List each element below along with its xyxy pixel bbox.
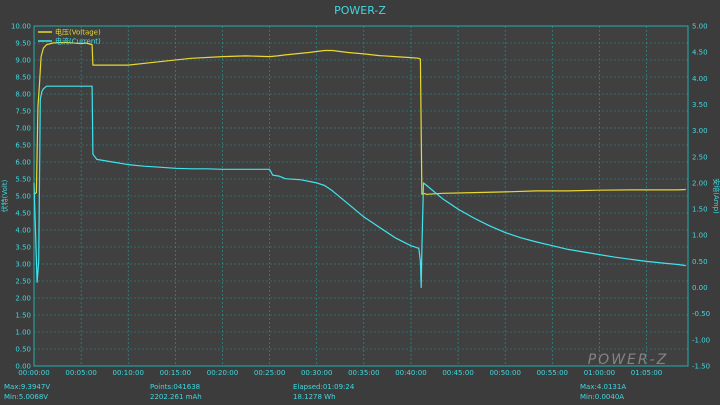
- y-tick-label: 7.50: [15, 108, 31, 116]
- y-tick-label: 10.00: [11, 23, 31, 31]
- max-current: Max:4.0131A: [580, 383, 627, 391]
- power-z-chart-window: POWER-Z 0.00 0.50 1.00 1.50 2.00 2.50 3.00 3.50…: [0, 0, 720, 405]
- legend-label: 电流(Current): [55, 37, 101, 46]
- y2-tick-label: 4.00: [692, 75, 708, 83]
- energy-wh: 18.1278 Wh: [293, 393, 336, 401]
- y-axis-left: 0.000.501.001.502.002.503.003.504.004.50…: [11, 23, 31, 371]
- y-tick-label: 3.50: [15, 244, 31, 252]
- y-tick-label: 5.50: [15, 176, 31, 184]
- y2-tick-label: 1.50: [692, 206, 708, 214]
- y2-tick-label: 3.00: [692, 127, 708, 135]
- x-tick-label: 00:45:00: [442, 369, 473, 377]
- y-tick-label: 9.00: [15, 57, 31, 65]
- min-current: Min:0.0040A: [580, 393, 625, 401]
- x-tick-label: 00:40:00: [395, 369, 426, 377]
- x-tick-label: 00:50:00: [489, 369, 520, 377]
- y2-tick-label: -1.50: [692, 363, 710, 371]
- x-axis: 00:00:00 00:05:00 00:10:00 00:15:00 00:20:00…: [18, 369, 662, 377]
- x-tick-label: 00:05:00: [65, 369, 96, 377]
- chart-title: POWER-Z: [334, 4, 386, 17]
- y2-tick-label: 0.00: [692, 284, 708, 292]
- y2-tick-label: 1.00: [692, 232, 708, 240]
- y2-tick-label: 3.50: [692, 101, 708, 109]
- watermark-logo: POWER-Z: [588, 352, 669, 368]
- y-tick-label: 2.00: [15, 295, 31, 303]
- y-tick-label: 4.50: [15, 210, 31, 218]
- y2-tick-label: 0.50: [692, 258, 708, 266]
- x-tick-label: 00:20:00: [207, 369, 238, 377]
- y-tick-label: 2.50: [15, 278, 31, 286]
- x-tick-label: 00:15:00: [160, 369, 191, 377]
- x-tick-label: 01:05:00: [631, 369, 662, 377]
- points-count: Points:041638: [150, 383, 201, 391]
- x-tick-label: 00:30:00: [301, 369, 332, 377]
- legend-label: 电压(Voltage): [55, 28, 101, 37]
- y2-tick-label: 2.50: [692, 153, 708, 161]
- y-tick-label: 0.50: [15, 346, 31, 354]
- chart-svg: POWER-Z 0.00 0.50 1.00 1.50 2.00 2.50 3.00 3.50…: [0, 4, 720, 377]
- y-tick-label: 1.00: [15, 329, 31, 337]
- x-tick-label: 00:00:00: [18, 369, 49, 377]
- min-voltage: Min:5.0068V: [4, 393, 49, 401]
- y-tick-label: 5.00: [15, 193, 31, 201]
- capacity-mah: 2202.261 mAh: [150, 393, 202, 401]
- y-axis-right: -1.50 -1.00 -0.50 0.00 0.50 1.00 1.50 2.00 2.50 3…: [692, 23, 710, 371]
- y-axis-label-left: 伏特(Volt): [0, 179, 9, 212]
- y2-tick-label: -1.00: [692, 336, 710, 344]
- y-tick-label: 4.00: [15, 227, 31, 235]
- y2-tick-label: 4.50: [692, 49, 708, 57]
- x-tick-label: 00:35:00: [348, 369, 379, 377]
- y-tick-label: 7.00: [15, 125, 31, 133]
- y2-tick-label: -0.50: [692, 310, 710, 318]
- x-tick-label: 00:25:00: [254, 369, 285, 377]
- y-tick-label: 6.50: [15, 142, 31, 150]
- x-tick-label: 00:10:00: [113, 369, 144, 377]
- y-tick-label: 8.50: [15, 74, 31, 82]
- y-axis-label-right: 安培(Amp): [712, 178, 720, 214]
- elapsed-time: Elapsed:01:09:24: [293, 383, 355, 391]
- x-tick-label: 01:00:00: [584, 369, 615, 377]
- y-tick-label: 3.00: [15, 261, 31, 269]
- y-tick-label: 9.50: [15, 40, 31, 48]
- x-tick-label: 00:55:00: [537, 369, 568, 377]
- plot-area: [33, 25, 689, 367]
- y2-tick-label: 5.00: [692, 23, 708, 31]
- y-tick-label: 6.00: [15, 159, 31, 167]
- max-voltage: Max:9.3947V: [4, 383, 51, 391]
- y-tick-label: 1.50: [15, 312, 31, 320]
- y2-tick-label: 2.00: [692, 179, 708, 187]
- y-tick-label: 8.00: [15, 91, 31, 99]
